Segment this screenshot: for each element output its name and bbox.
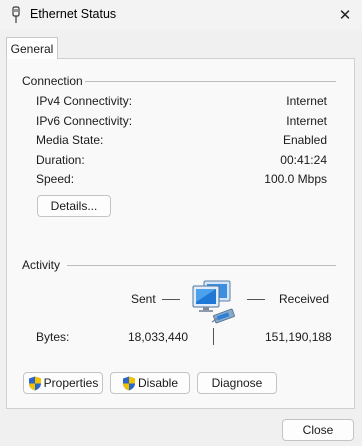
close-button[interactable]: Close [282, 419, 354, 441]
speed-value: 100.0 Mbps [264, 172, 327, 186]
sent-dash [162, 299, 180, 300]
diagnose-button[interactable]: Diagnose [197, 372, 277, 394]
duration-value: 00:41:24 [280, 153, 327, 167]
bytes-sent-value: 18,033,440 [128, 330, 189, 344]
ipv4-value: Internet [286, 94, 327, 108]
details-button[interactable]: Details... [37, 195, 111, 217]
activity-divider [67, 265, 336, 266]
network-computer-icon [192, 280, 235, 324]
ipv6-value: Internet [286, 114, 327, 128]
disable-button[interactable]: Disable [110, 372, 190, 394]
properties-label: Properties [43, 376, 99, 390]
title-close-button[interactable]: ✕ [328, 0, 362, 30]
bytes-received-value: 151,190,188 [265, 330, 332, 344]
title-bar: Ethernet Status ✕ [0, 0, 362, 30]
connection-divider [85, 81, 336, 82]
ipv4-label: IPv4 Connectivity: [36, 94, 133, 108]
media-state-value: Enabled [282, 133, 327, 147]
uac-shield-icon [28, 376, 41, 390]
received-label: Received [279, 292, 330, 306]
sent-label: Sent [131, 292, 156, 306]
properties-button[interactable]: Properties [23, 372, 103, 394]
tab-general[interactable]: General [6, 37, 58, 59]
bytes-separator [213, 328, 214, 345]
received-dash [247, 299, 265, 300]
connection-heading: Connection [22, 74, 83, 88]
uac-shield-icon [122, 376, 135, 390]
general-panel [6, 58, 355, 409]
activity-heading: Activity [22, 258, 61, 272]
duration-label: Duration: [36, 153, 85, 167]
bytes-label: Bytes: [36, 330, 70, 344]
media-state-label: Media State: [36, 133, 104, 147]
ethernet-icon [12, 6, 20, 23]
window-title: Ethernet Status [30, 7, 117, 21]
speed-label: Speed: [36, 172, 75, 186]
ipv6-label: IPv6 Connectivity: [36, 114, 133, 128]
disable-label: Disable [137, 376, 179, 390]
